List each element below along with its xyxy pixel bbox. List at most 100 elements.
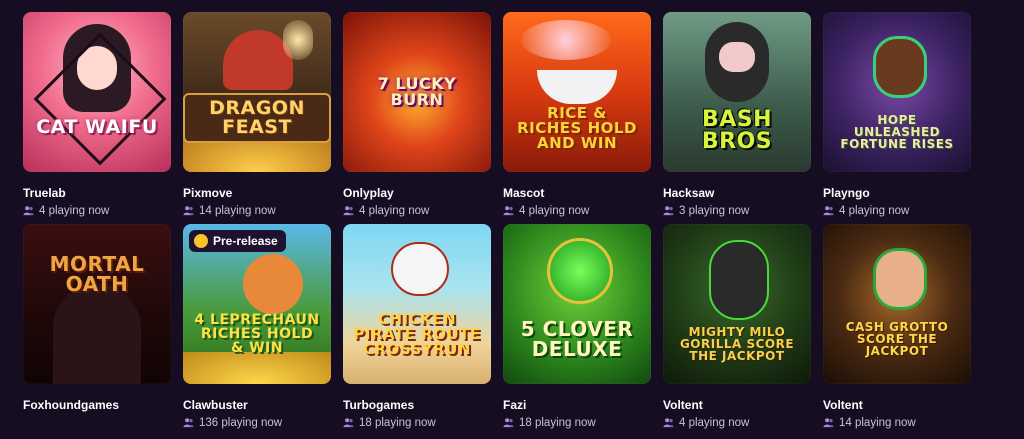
users-icon	[183, 418, 194, 428]
users-icon	[663, 206, 674, 216]
users-icon	[23, 206, 34, 216]
character-art	[873, 36, 927, 98]
players-count-label: 18 playing now	[359, 416, 436, 429]
players-count-label: 14 playing now	[199, 204, 276, 217]
provider-name: Hacksaw	[663, 186, 715, 200]
pre-release-badge: ⚡ Pre-release	[189, 230, 286, 252]
game-card[interactable]: ⚡ Pre-release 4 LEPRECHAUN RICHES HOLD &…	[183, 224, 331, 430]
users-icon	[503, 418, 514, 428]
diamond-frame	[33, 32, 167, 166]
players-count: 4 playing now	[343, 203, 491, 218]
game-title-art: CAT WAIFU	[36, 115, 158, 138]
players-count: 136 playing now	[183, 415, 331, 430]
players-count: 4 playing now	[23, 203, 171, 218]
lightning-bolt-icon: ⚡	[194, 234, 208, 248]
clover-icon	[547, 238, 613, 304]
provider-name: Voltent	[823, 398, 863, 412]
game-title-art: DRAGON FEAST	[183, 93, 331, 143]
players-count: 4 playing now	[823, 203, 971, 218]
gold-pile	[183, 352, 331, 384]
game-card[interactable]: MORTAL OATH Foxhoundgames	[23, 224, 171, 430]
provider-name: Turbogames	[343, 398, 415, 412]
game-title-art: MORTAL OATH	[49, 252, 145, 296]
players-count: 14 playing now	[823, 415, 971, 430]
users-icon	[823, 418, 834, 428]
leprechaun-art	[243, 254, 303, 314]
game-title-art: 4 LEPRECHAUN RICHES HOLD & WIN	[194, 312, 320, 356]
users-icon	[343, 206, 354, 216]
game-card[interactable]: BASH BROS Hacksaw 3 playing now	[663, 12, 811, 218]
provider-name: Playngo	[823, 186, 870, 200]
users-icon	[823, 206, 834, 216]
rice-bowl-art	[537, 70, 617, 104]
game-title-art: CHICKEN PIRATE ROUTE CROSSYRUN	[353, 309, 481, 358]
provider-name: Foxhoundgames	[23, 398, 120, 412]
users-icon	[183, 206, 194, 216]
provider-name: Pixmove	[183, 186, 233, 200]
game-thumbnail[interactable]: CASH GROTTO SCORE THE JACKPOT	[823, 224, 971, 384]
users-icon	[663, 418, 674, 428]
provider-name: Truelab	[23, 186, 66, 200]
provider-name: Clawbuster	[183, 398, 248, 412]
game-card[interactable]: CAT WAIFU Truelab 4 playing now	[23, 12, 171, 218]
players-count: 14 playing now	[183, 203, 331, 218]
users-icon	[503, 206, 514, 216]
players-count: 3 playing now	[663, 203, 811, 218]
players-count-label: 14 playing now	[839, 416, 916, 429]
character-face	[719, 42, 755, 72]
game-row: CAT WAIFU Truelab 4 playing now DRAGON F…	[23, 12, 1003, 227]
gorilla-art	[709, 240, 769, 320]
game-thumbnail[interactable]: 5 CLOVER DELUXE	[503, 224, 651, 384]
players-count-label: 18 playing now	[519, 416, 596, 429]
players-count-label: 4 playing now	[359, 204, 430, 217]
players-count-label: 3 playing now	[679, 204, 750, 217]
cherry-blossom-art	[521, 20, 611, 60]
players-count-label: 4 playing now	[839, 204, 910, 217]
game-thumbnail[interactable]: HOPE UNLEASHED FORTUNE RISES	[823, 12, 971, 172]
provider-name: Voltent	[663, 398, 703, 412]
players-count: 18 playing now	[343, 415, 491, 430]
players-count: 18 playing now	[503, 415, 651, 430]
game-card[interactable]: RICE & RICHES Hold and Win Mascot 4 play…	[503, 12, 651, 218]
game-card[interactable]: 7 Lucky BURN Onlyplay 4 playing now	[343, 12, 491, 218]
game-row: MORTAL OATH Foxhoundgames ⚡ Pre-release …	[23, 224, 1003, 439]
players-count	[23, 415, 171, 430]
game-title-art: BASH BROS	[701, 107, 773, 154]
game-card[interactable]: DRAGON FEAST Pixmove 14 playing now	[183, 12, 331, 218]
game-thumbnail[interactable]: DRAGON FEAST	[183, 12, 331, 172]
game-thumbnail[interactable]: BASH BROS	[663, 12, 811, 172]
character-art	[53, 284, 141, 384]
players-count-label: 4 playing now	[519, 204, 590, 217]
candle-light	[283, 20, 313, 60]
users-icon	[343, 418, 354, 428]
game-title-art: RICE & RICHES Hold and Win	[517, 103, 637, 152]
game-thumbnail[interactable]: MORTAL OATH	[23, 224, 171, 384]
provider-name: Fazi	[503, 398, 527, 412]
players-count: 4 playing now	[503, 203, 651, 218]
game-thumbnail[interactable]: CHICKEN PIRATE ROUTE CROSSYRUN	[343, 224, 491, 384]
provider-name: Mascot	[503, 186, 545, 200]
chicken-art	[391, 242, 449, 296]
game-title-art: 5 CLOVER DELUXE	[520, 317, 634, 361]
players-count-label: 136 playing now	[199, 416, 283, 429]
game-card[interactable]: MIGHTY MILO GORILLA SCORE THE JACKPOT Vo…	[663, 224, 811, 430]
character-art	[873, 248, 927, 310]
game-thumbnail[interactable]: CAT WAIFU	[23, 12, 171, 172]
game-thumbnail[interactable]: ⚡ Pre-release 4 LEPRECHAUN RICHES HOLD &…	[183, 224, 331, 384]
game-card[interactable]: CHICKEN PIRATE ROUTE CROSSYRUN Turbogame…	[343, 224, 491, 430]
game-thumbnail[interactable]: RICE & RICHES Hold and Win	[503, 12, 651, 172]
game-card[interactable]: HOPE UNLEASHED FORTUNE RISES Playngo 4 p…	[823, 12, 971, 218]
game-title-art: 7 Lucky BURN	[377, 74, 457, 109]
players-count-label: 4 playing now	[679, 416, 750, 429]
players-count: 4 playing now	[663, 415, 811, 430]
players-count-label: 4 playing now	[39, 204, 110, 217]
provider-name: Onlyplay	[343, 186, 394, 200]
game-card[interactable]: 5 CLOVER DELUXE Fazi 18 playing now	[503, 224, 651, 430]
game-card[interactable]: CASH GROTTO SCORE THE JACKPOT Voltent 14…	[823, 224, 971, 430]
badge-label: Pre-release	[213, 234, 278, 248]
game-thumbnail[interactable]: 7 Lucky BURN	[343, 12, 491, 172]
game-title-art: CASH GROTTO SCORE THE JACKPOT	[845, 320, 949, 358]
game-title-art: MIGHTY MILO GORILLA SCORE THE JACKPOT	[679, 325, 795, 363]
game-title-art: HOPE UNLEASHED FORTUNE RISES	[840, 113, 954, 151]
game-thumbnail[interactable]: MIGHTY MILO GORILLA SCORE THE JACKPOT	[663, 224, 811, 384]
